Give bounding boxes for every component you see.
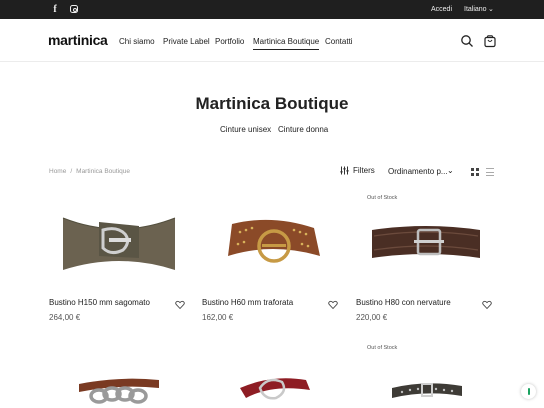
wishlist-heart-icon[interactable] [482, 297, 492, 310]
wishlist-heart-icon[interactable] [328, 297, 338, 310]
main-header: martinica Chi siamo Private Label Portfo… [0, 19, 544, 62]
chat-icon [527, 388, 530, 395]
filters-button[interactable]: Filters [340, 166, 375, 175]
product-image[interactable] [202, 350, 342, 408]
sort-chevron-down-icon[interactable]: ⌄ [447, 166, 454, 175]
chevron-down-icon[interactable]: ⌄ [488, 5, 494, 13]
top-bar: f Accedi Italiano ⌄ [0, 0, 544, 19]
shopping-bag-icon[interactable] [483, 34, 497, 48]
login-link[interactable]: Accedi [431, 6, 452, 13]
filters-label: Filters [353, 166, 375, 175]
grid-view-icon[interactable] [471, 168, 479, 176]
wishlist-heart-icon[interactable] [175, 297, 185, 310]
nav-private-label[interactable]: Private Label [163, 37, 210, 46]
list-view-icon[interactable] [486, 168, 494, 176]
facebook-icon[interactable]: f [50, 4, 60, 15]
filter-sliders-icon [340, 166, 349, 175]
product-image[interactable] [202, 200, 342, 292]
subcategory-cinture-donna[interactable]: Cinture donna [278, 125, 328, 134]
product-image[interactable] [49, 350, 189, 408]
breadcrumb-separator: / [70, 168, 73, 175]
page-title: Martinica Boutique [195, 94, 349, 113]
product-name[interactable]: Bustino H150 mm sagomato [49, 298, 150, 307]
product-name[interactable]: Bustino H60 mm traforata [202, 298, 293, 307]
nav-chi-siamo[interactable]: Chi siamo [119, 37, 155, 46]
product-image[interactable] [356, 200, 496, 292]
chat-widget-button[interactable] [521, 384, 536, 399]
nav-contatti[interactable]: Contatti [325, 37, 353, 46]
product-price: 220,00 € [356, 313, 388, 322]
product-price: 264,00 € [49, 313, 81, 322]
product-image[interactable] [49, 200, 189, 292]
product-image[interactable] [356, 350, 496, 408]
nav-portfolio[interactable]: Portfolio [215, 37, 244, 46]
subcategory-cinture-unisex[interactable]: Cinture unisex [220, 125, 271, 134]
search-icon[interactable] [460, 34, 474, 48]
nav-martinica-boutique[interactable]: Martinica Boutique [253, 37, 320, 50]
language-selector[interactable]: Italiano [464, 6, 487, 13]
sort-select[interactable]: Ordinamento p... [388, 167, 448, 176]
product-price: 162,00 € [202, 313, 234, 322]
breadcrumb-home[interactable]: Home [49, 168, 66, 175]
breadcrumb-current: Martinica Boutique [76, 168, 130, 175]
breadcrumb: Home / Martinica Boutique [49, 168, 130, 175]
instagram-icon[interactable] [69, 4, 79, 14]
product-name[interactable]: Bustino H80 con nervature [356, 298, 451, 307]
site-logo[interactable]: martinica [48, 32, 108, 48]
